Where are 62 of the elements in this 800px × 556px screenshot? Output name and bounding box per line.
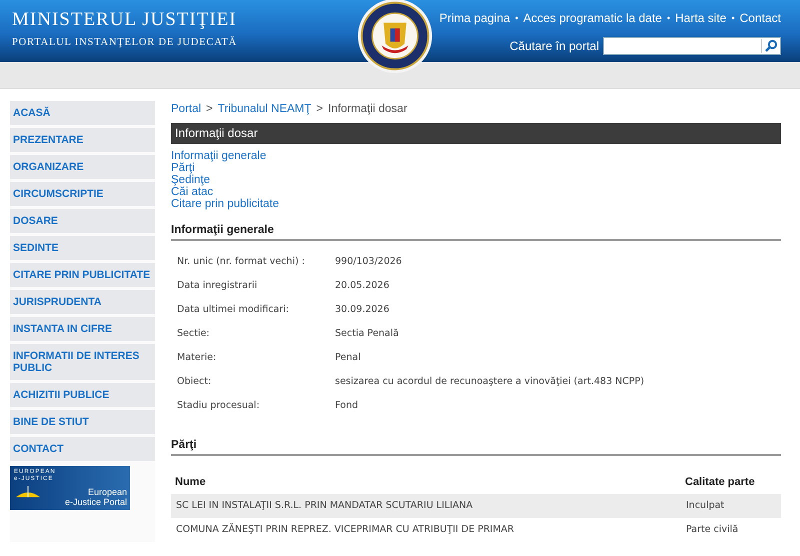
breadcrumb-separator: > (316, 103, 324, 115)
site-subtitle: PORTALUL INSTANŢELOR DE JUDECATĂ (12, 37, 238, 48)
section-heading: Părţi (171, 439, 781, 456)
separator-dot: • (731, 12, 735, 25)
sidebar-menu-item[interactable]: ORGANIZARE (10, 155, 155, 179)
banner-caption: e-Justice Portal (64, 497, 127, 507)
top-nav-link[interactable]: Acces programatic la date (523, 11, 662, 25)
section-heading: Informaţii generale (171, 224, 781, 241)
sidebar-menu-item[interactable]: BINE DE STIUT (10, 410, 155, 434)
banner-caption: European (88, 487, 127, 497)
breadcrumb-separator: > (206, 103, 213, 115)
section-link[interactable]: Citare prin publicitate (171, 198, 280, 210)
sidebar-menu-item[interactable]: CIRCUMSCRIPTIE (10, 182, 155, 206)
field-label: Materie: (177, 351, 218, 365)
top-nav-link[interactable]: Harta site (675, 11, 726, 25)
field-value: 30.09.2026 (335, 303, 390, 317)
field-label: Sectie: (177, 327, 211, 341)
field-value: Penal (335, 351, 362, 365)
site-title: MINISTERUL JUSTIŢIEI (12, 9, 238, 31)
section-link[interactable]: Informaţii generale (171, 150, 266, 162)
field-value: 990/103/2026 (335, 255, 403, 269)
section-link[interactable]: Părţi (171, 162, 195, 174)
sidebar-menu-item[interactable]: ACHIZITII PUBLICE (10, 383, 155, 407)
scales-icon (14, 486, 42, 499)
top-nav-link[interactable]: Contact (740, 11, 781, 25)
search-icon[interactable] (761, 39, 778, 53)
breadcrumb-current: Informaţii dosar (328, 103, 408, 115)
sidebar-menu-item[interactable]: CITARE PRIN PUBLICITATE (10, 263, 155, 287)
breadcrumb-link[interactable]: Portal (171, 103, 202, 115)
section-link[interactable]: Căi atac (171, 186, 214, 198)
table-cell-text: Parte civilă (685, 523, 740, 537)
field-value: Fond (335, 399, 359, 413)
sidebar-menu-item[interactable]: SEDINTE (10, 236, 155, 260)
table-cell: SC LEI IN INSTALAŢII S.R.L. PRIN MANDATAR SCUTARIU LILIANA (171, 494, 681, 518)
sidebar-menu-item[interactable]: PREZENTARE (10, 128, 155, 152)
field-label: Nr. unic (nr. format vechi) : (177, 255, 306, 269)
table-cell-text: COMUNA ZĂNEŞTI PRIN REPREZ. VICEPRIMAR CU ATRIBUŢII DE PRIMAR (175, 522, 516, 537)
sidebar-menu-item[interactable]: DOSARE (10, 209, 155, 233)
column-header: Calitate parte (684, 475, 756, 490)
sidebar-menu-item[interactable]: JURISPRUDENTA (10, 290, 155, 314)
search-label: Căutare în portal (510, 39, 599, 53)
sidebar-menu-item[interactable]: INSTANTA IN CIFRE (10, 317, 155, 341)
field-label: Data inregistrarii (177, 279, 258, 293)
field-value: Sectia Penală (335, 327, 400, 341)
separator-dot: • (666, 12, 670, 25)
search-field[interactable] (603, 37, 781, 55)
sidebar-menu-item[interactable]: CONTACT (10, 437, 155, 461)
field-value: sesizarea cu acordul de recunoaştere a vinovăţiei (art.483 NCPP) (335, 375, 646, 389)
field-value: 20.05.2026 (335, 279, 390, 293)
separator-dot: • (515, 12, 518, 25)
page-title-bar: Informaţii dosar (171, 123, 781, 144)
field-label: Data ultimei modificari: (177, 303, 290, 317)
table-cell: Inculpat (681, 494, 781, 518)
sidebar-menu-item[interactable]: ACASĂ (10, 101, 155, 125)
field-label: Stadiu procesual: (177, 399, 261, 413)
sidebar-menu-item[interactable]: INFORMATII DE INTERES PUBLIC (10, 344, 155, 380)
breadcrumb-link[interactable]: Tribunalul NEAMŢ (218, 103, 312, 115)
field-label: Obiect: (177, 375, 212, 389)
column-header: Nume (174, 475, 207, 490)
section-link[interactable]: Şedinţe (171, 174, 210, 186)
top-nav-link[interactable]: Prima pagina (439, 11, 510, 25)
coat-of-arms-seal-icon (357, 0, 433, 74)
